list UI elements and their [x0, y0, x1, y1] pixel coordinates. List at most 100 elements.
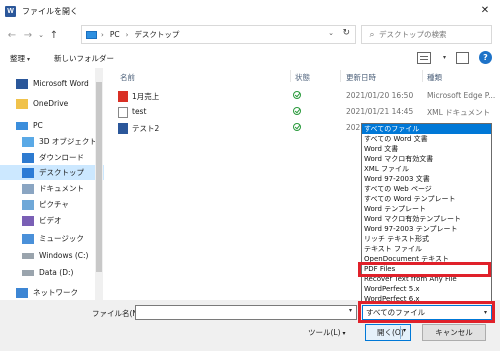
dropdown-option[interactable]: Word 文書 [362, 144, 491, 154]
navigation-bar: ← → ⌄ ↑ › PC › デスクトップ ⌄ ↻ ⌕ デスクトップの検索 [0, 22, 500, 48]
dropdown-option[interactable]: すべての Word 文書 [362, 134, 491, 144]
sidebar-item-music[interactable]: ミュージック [0, 231, 104, 246]
dropdown-option[interactable]: すべてのファイル [362, 124, 491, 134]
sidebar-item-label: 3D オブジェクト [39, 137, 97, 146]
address-bar[interactable]: › PC › デスクトップ ⌄ ↻ [81, 25, 356, 44]
table-row[interactable]: test 2021/01/21 14:45 XML ドキュメント [110, 106, 500, 119]
cancel-button[interactable]: キャンセル [422, 324, 486, 341]
help-icon[interactable]: ? [479, 51, 492, 64]
navigation-pane: Microsoft Word OneDrive PC 3D オブジェクト ダウン… [0, 68, 104, 300]
file-date: 2021/01/20 16:50 [346, 91, 414, 100]
chevron-down-icon[interactable]: ▾ [349, 307, 352, 314]
search-box[interactable]: ⌕ デスクトップの検索 [361, 25, 492, 44]
sidebar-item-videos[interactable]: ビデオ [0, 213, 104, 228]
sidebar-item-microsoft-word[interactable]: Microsoft Word [0, 76, 104, 91]
column-header-name[interactable]: 名前 [120, 72, 135, 83]
table-row[interactable]: 1月売上 2021/01/20 16:50 Microsoft Edge P..… [110, 90, 500, 103]
dropdown-option[interactable]: XML ファイル [362, 164, 491, 174]
sidebar-item-label: Microsoft Word [33, 79, 89, 88]
dropdown-option[interactable]: Word マクロ有効文書 [362, 154, 491, 164]
pdf-files-highlight [358, 262, 491, 277]
sync-ok-icon [293, 91, 301, 99]
sidebar-item-desktop[interactable]: デスクトップ [0, 165, 104, 180]
pc-icon [16, 121, 28, 130]
refresh-icon[interactable]: ↻ [342, 28, 350, 38]
tools-button[interactable]: ツール(L) ▾ [308, 327, 346, 338]
organize-button[interactable]: 整理 ▾ [10, 53, 30, 64]
dropdown-option[interactable]: すべての Word テンプレート [362, 194, 491, 204]
chevron-right-icon[interactable]: › [101, 31, 104, 39]
file-name: テスト2 [132, 124, 160, 133]
column-header-type[interactable]: 種類 [427, 72, 442, 83]
file-type-select-highlight [358, 301, 495, 323]
column-divider[interactable] [340, 70, 341, 82]
dropdown-option[interactable]: Word 97-2003 テンプレート [362, 224, 491, 234]
pdf-file-icon [118, 91, 128, 102]
sidebar-item-data-d[interactable]: Data (D:) [0, 265, 104, 280]
sidebar-scrollbar-thumb[interactable] [96, 82, 102, 272]
documents-icon [22, 183, 34, 194]
chevron-down-icon: ▾ [342, 330, 346, 337]
dropdown-option[interactable]: すべての Web ページ [362, 184, 491, 194]
music-icon [22, 233, 34, 244]
folder-icon [16, 98, 28, 109]
sidebar-item-documents[interactable]: ドキュメント [0, 181, 104, 196]
sidebar-item-pictures[interactable]: ピクチャ [0, 197, 104, 212]
sync-ok-icon [293, 107, 301, 115]
sidebar-item-label: ドキュメント [39, 184, 84, 193]
sidebar-item-label: OneDrive [33, 99, 69, 108]
preview-pane-icon[interactable] [456, 51, 469, 64]
breadcrumb-pc[interactable]: PC [110, 30, 120, 39]
network-icon [16, 287, 28, 298]
filename-input[interactable] [135, 305, 357, 320]
drive-icon [22, 269, 34, 276]
forward-arrow-icon[interactable]: → [20, 30, 36, 41]
column-header-modified[interactable]: 更新日時 [346, 72, 376, 83]
up-arrow-icon[interactable]: ↑ [46, 30, 62, 41]
word-icon [16, 78, 28, 89]
dropdown-option[interactable]: WordPerfect 5.x [362, 284, 491, 294]
file-type: XML ドキュメント [427, 108, 491, 117]
videos-icon [22, 215, 34, 226]
dropdown-option[interactable]: Word マクロ有効テンプレート [362, 214, 491, 224]
sidebar-item-label: PC [33, 121, 43, 130]
new-folder-button[interactable]: 新しいフォルダー [54, 53, 114, 64]
recent-locations-chevron-icon[interactable]: ⌄ [36, 31, 46, 39]
view-options-icon[interactable] [416, 51, 431, 64]
dropdown-option[interactable]: Word テンプレート [362, 204, 491, 214]
back-arrow-icon[interactable]: ← [4, 30, 20, 41]
column-divider[interactable] [290, 70, 291, 82]
sidebar-item-label: ピクチャ [39, 200, 69, 209]
window-title: ファイルを開く [22, 6, 78, 16]
sidebar-item-onedrive[interactable]: OneDrive [0, 96, 104, 111]
chevron-down-icon[interactable]: ⌄ [328, 29, 334, 37]
dropdown-option[interactable]: Word 97-2003 文書 [362, 174, 491, 184]
dropdown-option[interactable]: リッチ テキスト形式 [362, 234, 491, 244]
column-header-status[interactable]: 状態 [295, 72, 310, 83]
pc-icon [86, 30, 97, 39]
chevron-right-icon[interactable]: › [126, 31, 129, 39]
dropdown-option[interactable]: テキスト ファイル [362, 244, 491, 254]
sidebar-item-3d-objects[interactable]: 3D オブジェクト [0, 134, 104, 149]
sidebar-item-windows-c[interactable]: Windows (C:) [0, 248, 104, 263]
column-divider[interactable] [422, 70, 423, 82]
file-name: test [132, 107, 147, 116]
pictures-icon [22, 199, 34, 210]
chevron-down-icon[interactable]: ▾ [443, 54, 446, 61]
close-button[interactable]: ✕ [470, 0, 500, 22]
organize-label: 整理 [10, 53, 25, 63]
sidebar-item-label: Windows (C:) [39, 251, 89, 260]
sidebar-item-downloads[interactable]: ダウンロード [0, 150, 104, 165]
sidebar-item-label: ビデオ [39, 216, 62, 225]
sidebar-item-pc[interactable]: PC [0, 118, 104, 133]
tools-label: ツール(L) [308, 328, 341, 337]
sidebar-item-label: Data (D:) [39, 268, 74, 277]
chevron-down-icon[interactable]: ▾ [403, 327, 406, 334]
breadcrumb-desktop[interactable]: デスクトップ [134, 29, 179, 40]
sidebar-item-label: ダウンロード [39, 153, 84, 162]
download-icon [22, 152, 34, 163]
sidebar-item-network[interactable]: ネットワーク [0, 285, 104, 300]
desktop-icon [22, 167, 34, 178]
xml-file-icon [118, 107, 128, 118]
search-placeholder: デスクトップの検索 [379, 30, 447, 39]
